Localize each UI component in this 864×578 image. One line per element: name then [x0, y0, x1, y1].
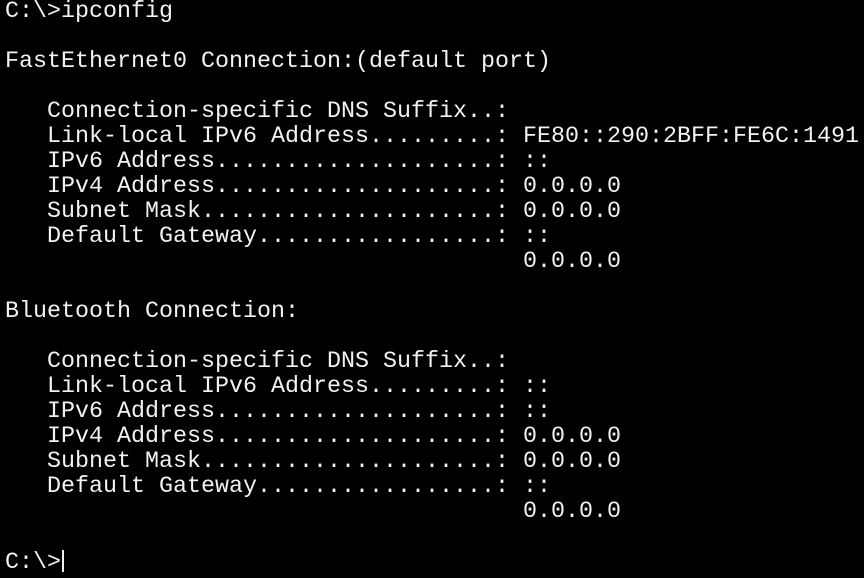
terminal-line: Default Gateway.................: ::	[5, 224, 551, 250]
prompt: C:\>	[5, 550, 61, 576]
terminal-line: Default Gateway.................: ::	[5, 474, 551, 500]
terminal-line: C:\>ipconfig	[5, 0, 173, 25]
terminal-line: IPv6 Address....................: ::	[5, 399, 551, 425]
terminal-output[interactable]: C:\>ipconfig FastEthernet0 Connection:(de…	[5, 0, 859, 576]
terminal-line: 0.0.0.0	[5, 499, 621, 525]
terminal-line: IPv4 Address....................: 0.0.0.…	[5, 174, 621, 200]
terminal-line: IPv6 Address....................: ::	[5, 149, 551, 175]
terminal-line: Link-local IPv6 Address.........: FE80::…	[5, 124, 859, 150]
prompt-line[interactable]: C:\>	[5, 550, 859, 576]
terminal-line: Connection-specific DNS Suffix..:	[5, 349, 509, 375]
terminal-line: 0.0.0.0	[5, 249, 621, 275]
terminal-line: FastEthernet0 Connection:(default port)	[5, 49, 551, 75]
terminal-line: Bluetooth Connection:	[5, 299, 299, 325]
terminal-line: IPv4 Address....................: 0.0.0.…	[5, 424, 621, 450]
terminal-line: Connection-specific DNS Suffix..:	[5, 99, 509, 125]
terminal-line: Link-local IPv6 Address.........: ::	[5, 374, 551, 400]
terminal-line: Subnet Mask.....................: 0.0.0.…	[5, 449, 621, 475]
terminal-line: Subnet Mask.....................: 0.0.0.…	[5, 199, 621, 225]
text-cursor	[62, 550, 64, 572]
